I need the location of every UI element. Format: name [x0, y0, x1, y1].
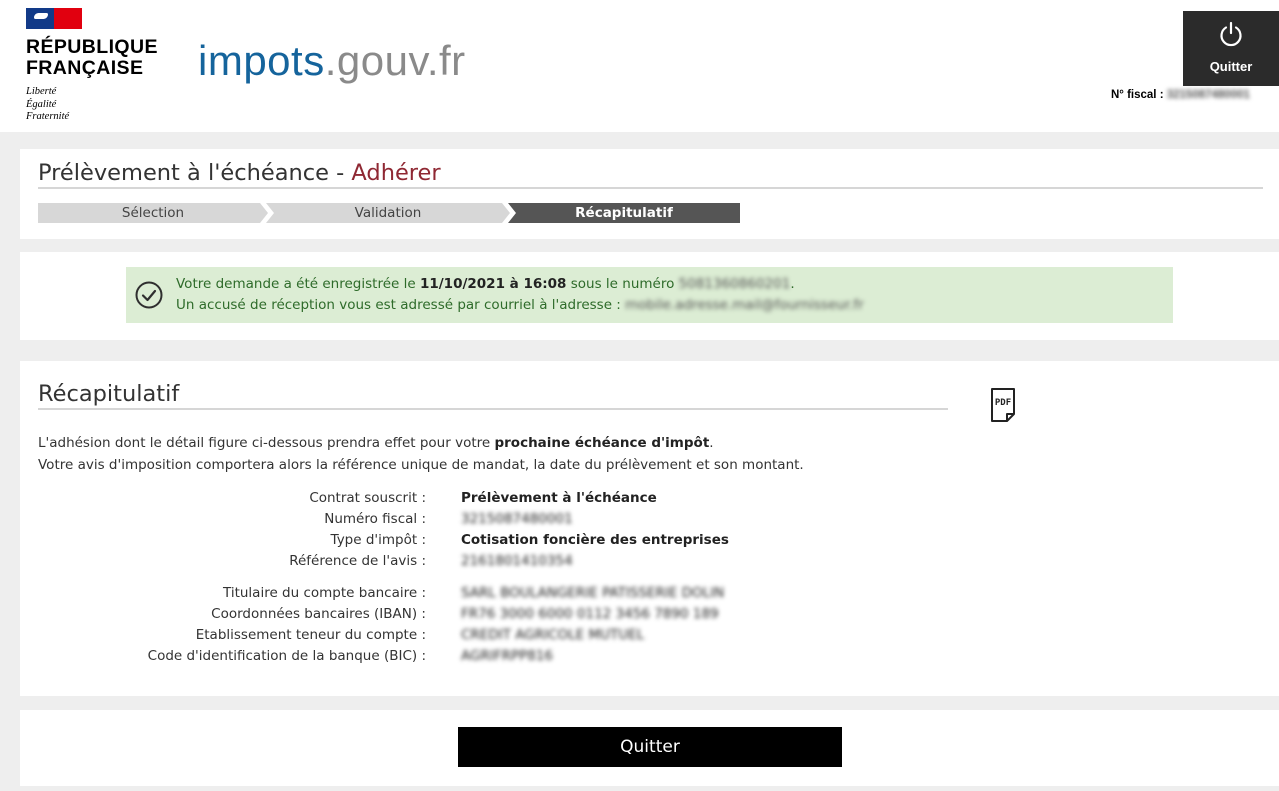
page-title: Prélèvement à l'échéance - Adhérer [38, 160, 441, 186]
success-alert: Votre demande a été enregistrée le 11/10… [126, 267, 1173, 323]
email-address: mobile.adresse.mail@fournisseur.fr [625, 297, 864, 313]
footer-panel: Quitter [20, 710, 1279, 786]
site-header: RÉPUBLIQUE FRANÇAISE Liberté Égalité Fra… [0, 0, 1279, 132]
svg-text:PDF: PDF [995, 398, 1011, 408]
step-selection: Sélection [38, 203, 268, 223]
fiscal-number-value: 3215087480001 [1166, 89, 1250, 101]
confirmation-line-2: Un accusé de réception vous est adressé … [176, 297, 864, 313]
republic-motto: Liberté Égalité Fraternité [26, 86, 70, 122]
confirmation-datetime: 11/10/2021 à 16:08 [419, 276, 567, 292]
step-validation: Validation [266, 203, 510, 223]
request-number: 5081360860201 [678, 276, 791, 292]
title-panel: Prélèvement à l'échéance - Adhérer Sélec… [20, 149, 1279, 239]
marianne-profile-mark [34, 13, 48, 19]
divider [38, 187, 1263, 189]
recap-panel: Récapitulatif PDF L'adhésion dont le dét… [20, 361, 1279, 696]
page-title-accent: Adhérer [351, 160, 441, 186]
recap-intro-line-2: Votre avis d'imposition comportera alors… [38, 457, 804, 473]
check-circle-icon [135, 281, 163, 309]
recap-intro-line-1: L'adhésion dont le détail figure ci-dess… [38, 435, 714, 451]
power-icon [1220, 21, 1242, 47]
fiscal-number-display: N° fiscal : 3215087480001 [1111, 89, 1250, 101]
quit-button[interactable]: Quitter [458, 727, 842, 767]
step-recapitulatif-active: Récapitulatif [508, 203, 740, 223]
progress-steps: Sélection Validation Récapitulatif [38, 203, 740, 223]
republique-francaise-logo: RÉPUBLIQUE FRANÇAISE [26, 36, 158, 79]
header-quit-label: Quitter [1209, 59, 1253, 74]
impots-gouv-logo[interactable]: impots.gouv.fr [198, 38, 466, 84]
recap-title: Récapitulatif [38, 381, 180, 407]
pdf-download-icon[interactable]: PDF [989, 386, 1017, 424]
confirmation-panel: Votre demande a été enregistrée le 11/10… [20, 252, 1279, 340]
header-quit-button[interactable]: Quitter [1183, 11, 1279, 86]
divider [38, 408, 948, 410]
confirmation-line-1: Votre demande a été enregistrée le 11/10… [176, 276, 795, 292]
